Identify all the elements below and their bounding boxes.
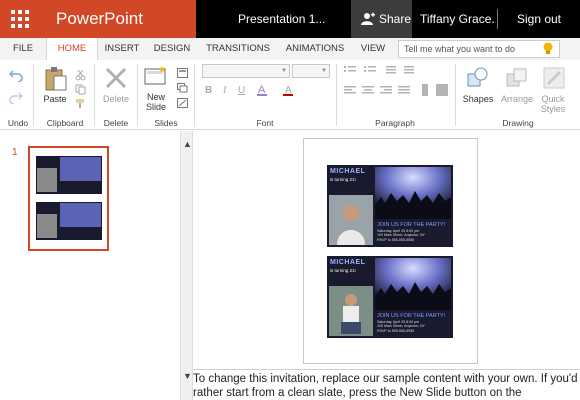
delete-label[interactable]: Delete	[98, 94, 134, 104]
tab-design[interactable]: DESIGN	[146, 38, 198, 60]
redo-icon[interactable]	[9, 92, 23, 104]
thumbnail-preview	[36, 156, 102, 240]
new-slide-icon[interactable]	[144, 66, 168, 86]
delete-group-label: Delete	[103, 118, 129, 128]
group-divider	[336, 64, 337, 126]
lightbulb-icon[interactable]	[542, 41, 554, 57]
scroll-up-arrow-icon[interactable]: ▲	[182, 139, 193, 149]
concert-crowd-image	[375, 167, 451, 219]
quick-styles-label[interactable]: Quick Styles	[536, 94, 570, 114]
font-name-select[interactable]: ▼	[202, 64, 290, 78]
tell-me-search[interactable]: Tell me what you want to do	[398, 40, 560, 58]
invitation-card[interactable]: MICHAEL is turning 21! JOIN US FOR THE P…	[327, 256, 453, 338]
paragraph-group-label: Paragraph	[375, 118, 415, 128]
document-title[interactable]: Presentation 1...	[238, 0, 350, 38]
group-divider	[455, 64, 456, 126]
notes-text[interactable]: To change this invitation, replace our s…	[193, 372, 580, 400]
cut-icon[interactable]	[75, 70, 86, 81]
tab-home[interactable]: HOME	[46, 38, 98, 60]
duplicate-slide-icon[interactable]	[177, 83, 188, 93]
paste-label[interactable]: Paste	[38, 94, 72, 104]
group-divider	[33, 64, 34, 126]
svg-text:I: I	[222, 85, 227, 96]
svg-text:B: B	[205, 85, 212, 96]
add-person-icon	[361, 12, 375, 25]
invitation-rsvp: RSVP to 555-555-5555	[377, 328, 415, 333]
sign-out-link[interactable]: Sign out	[498, 0, 580, 38]
invitation-name: MICHAEL	[330, 168, 366, 175]
slides-group-label: Slides	[154, 118, 178, 128]
font-format-icons: B I U A A	[205, 84, 293, 96]
clipboard-group-label: Clipboard	[46, 118, 84, 128]
shapes-label[interactable]: Shapes	[460, 94, 496, 104]
tab-insert[interactable]: INSERT	[98, 38, 146, 60]
drawing-group-label: Drawing	[502, 118, 534, 128]
font-size-select[interactable]: ▼	[292, 64, 330, 78]
quick-styles-icon[interactable]	[542, 66, 566, 90]
font-group-label: Font	[256, 118, 274, 128]
paste-icon[interactable]	[44, 66, 68, 92]
person-photo	[329, 286, 373, 336]
share-button[interactable]: Share	[351, 0, 412, 38]
arrange-label[interactable]: Arrange	[498, 94, 536, 104]
concert-crowd-image	[375, 258, 451, 310]
tab-view[interactable]: VIEW	[352, 38, 394, 60]
group-divider	[94, 64, 95, 126]
invitation-subtitle: is turning 21!	[330, 177, 356, 182]
invitation-subtitle: is turning 21!	[330, 268, 356, 273]
thumbnail-scrollbar[interactable]: ▲ ▼	[180, 131, 193, 400]
invitation-headline: JOIN US FOR THE PARTY!	[377, 222, 446, 228]
invitation-rsvp: RSVP to 555-555-5555	[377, 237, 415, 242]
shapes-icon[interactable]	[466, 66, 490, 90]
tab-file[interactable]: FILE	[0, 38, 46, 60]
person-photo	[329, 195, 373, 245]
tab-animations[interactable]: ANIMATIONS	[278, 38, 352, 60]
user-name[interactable]: Tiffany Grace...	[420, 0, 496, 38]
tab-transitions[interactable]: TRANSITIONS	[198, 38, 278, 60]
invitation-headline: JOIN US FOR THE PARTY!	[377, 313, 446, 319]
slide-number: 1	[12, 147, 18, 158]
hide-slide-icon[interactable]	[177, 98, 188, 108]
slide-thumbnail[interactable]	[28, 146, 109, 251]
delete-icon[interactable]	[104, 66, 128, 90]
copy-icon[interactable]	[75, 84, 86, 95]
group-divider	[194, 64, 195, 126]
arrange-icon[interactable]	[505, 66, 529, 90]
format-painter-icon[interactable]	[75, 98, 86, 109]
paragraph-icons	[344, 66, 448, 96]
title-bar: PowerPoint Online Presentation 1... Shar…	[0, 0, 580, 66]
ribbon: Undo Paste Clipboard Delete Delete New S…	[0, 60, 580, 130]
invitation-details: Saturday, April 25 8:00 pm 100 Main Stre…	[377, 229, 425, 242]
layout-icon[interactable]	[177, 68, 188, 78]
group-divider	[137, 64, 138, 126]
svg-text:U: U	[238, 85, 245, 96]
invitation-card[interactable]: MICHAEL is turning 21! JOIN US FOR THE P…	[327, 165, 453, 247]
scroll-down-arrow-icon[interactable]: ▼	[182, 371, 193, 381]
invitation-name: MICHAEL	[330, 259, 366, 266]
undo-icon[interactable]	[9, 70, 23, 82]
share-label: Share	[379, 12, 412, 26]
app-launcher-icon[interactable]	[0, 0, 40, 38]
invitation-details: Saturday, April 25 8:00 pm 100 Main Stre…	[377, 320, 425, 333]
new-slide-label[interactable]: New Slide	[140, 92, 172, 112]
undo-group-label: Undo	[7, 118, 29, 128]
